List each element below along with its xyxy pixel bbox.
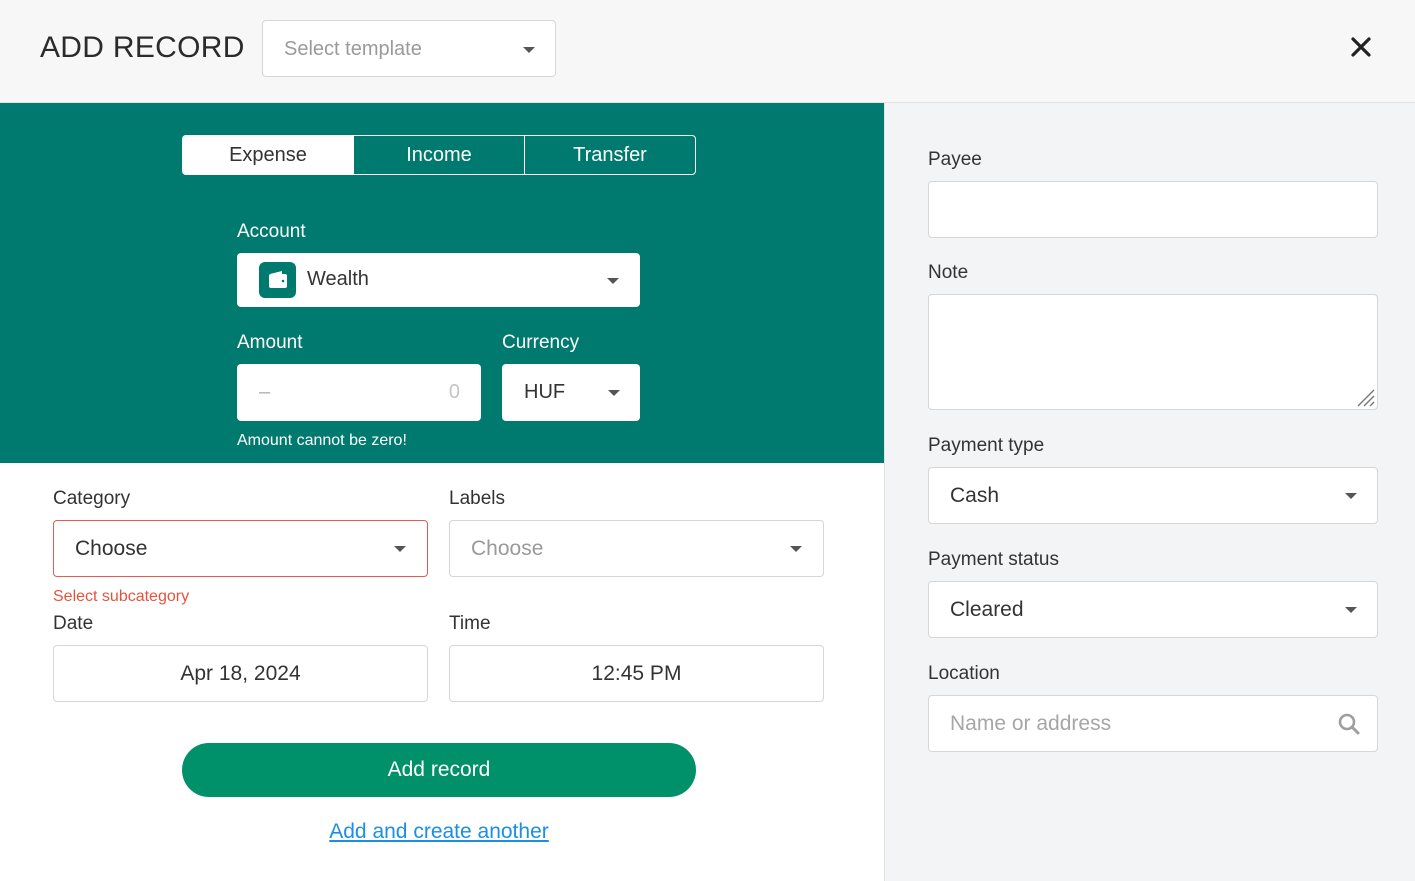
amount-sign: – — [259, 381, 271, 403]
chevron-down-icon — [1345, 493, 1357, 499]
payment-status-value: Cleared — [950, 598, 1024, 621]
payment-type-label: Payment type — [928, 435, 1045, 456]
amount-input[interactable]: – 0 — [237, 364, 481, 421]
payment-status-label: Payment status — [928, 549, 1059, 570]
payment-type-select[interactable]: Cash — [928, 467, 1378, 524]
account-select[interactable]: Wealth — [237, 253, 640, 307]
note-label: Note — [928, 262, 969, 283]
labels-placeholder: Choose — [471, 537, 544, 560]
tab-expense[interactable]: Expense — [183, 136, 354, 174]
payee-label: Payee — [928, 149, 982, 170]
search-icon[interactable] — [1337, 712, 1361, 736]
payee-input[interactable] — [928, 181, 1378, 238]
account-value: Wealth — [307, 268, 369, 290]
account-label: Account — [237, 221, 306, 242]
add-record-button[interactable]: Add record — [182, 743, 696, 797]
currency-label: Currency — [502, 332, 580, 353]
currency-select[interactable]: HUF — [502, 364, 640, 421]
labels-label: Labels — [449, 488, 505, 509]
dialog-header: ADD RECORD Select template — [0, 0, 1415, 103]
tab-income[interactable]: Income — [354, 136, 525, 174]
time-field[interactable]: 12:45 PM — [449, 645, 824, 702]
payment-type-value: Cash — [950, 484, 1000, 507]
time-label: Time — [449, 613, 491, 634]
category-label: Category — [53, 488, 131, 509]
amount-error: Amount cannot be zero! — [237, 432, 407, 449]
category-select[interactable]: Choose — [53, 520, 428, 577]
amount-value: 0 — [448, 381, 460, 403]
location-label: Location — [928, 663, 1000, 684]
template-select[interactable]: Select template — [262, 20, 556, 77]
chevron-down-icon — [1345, 607, 1357, 613]
details-panel: Payee Note Payment type Cash Payment sta… — [884, 103, 1415, 881]
chevron-down-icon — [790, 546, 802, 552]
currency-value: HUF — [524, 381, 566, 403]
record-type-tabs: Expense Income Transfer — [182, 135, 696, 175]
date-label: Date — [53, 613, 94, 634]
category-value: Choose — [75, 537, 148, 560]
labels-select[interactable]: Choose — [449, 520, 824, 577]
category-error: Select subcategory — [53, 588, 190, 605]
note-textarea[interactable] — [928, 294, 1378, 410]
template-select-placeholder: Select template — [284, 38, 422, 60]
resize-grip-icon[interactable] — [1353, 385, 1375, 407]
wallet-icon — [259, 262, 296, 298]
chevron-down-icon — [607, 278, 619, 284]
payment-status-select[interactable]: Cleared — [928, 581, 1378, 638]
chevron-down-icon — [394, 546, 406, 552]
location-placeholder: Name or address — [950, 712, 1112, 735]
close-icon[interactable] — [1344, 30, 1378, 64]
record-type-panel: Expense Income Transfer Account Wealth A… — [0, 103, 884, 463]
location-input[interactable]: Name or address — [928, 695, 1378, 752]
chevron-down-icon — [523, 47, 535, 53]
date-field[interactable]: Apr 18, 2024 — [53, 645, 428, 702]
chevron-down-icon — [608, 390, 620, 396]
dialog-title: ADD RECORD — [40, 31, 245, 64]
tab-transfer[interactable]: Transfer — [525, 136, 695, 174]
add-and-create-another-link[interactable]: Add and create another — [329, 820, 549, 843]
amount-label: Amount — [237, 332, 303, 353]
add-another-row: Add and create another — [0, 820, 878, 844]
